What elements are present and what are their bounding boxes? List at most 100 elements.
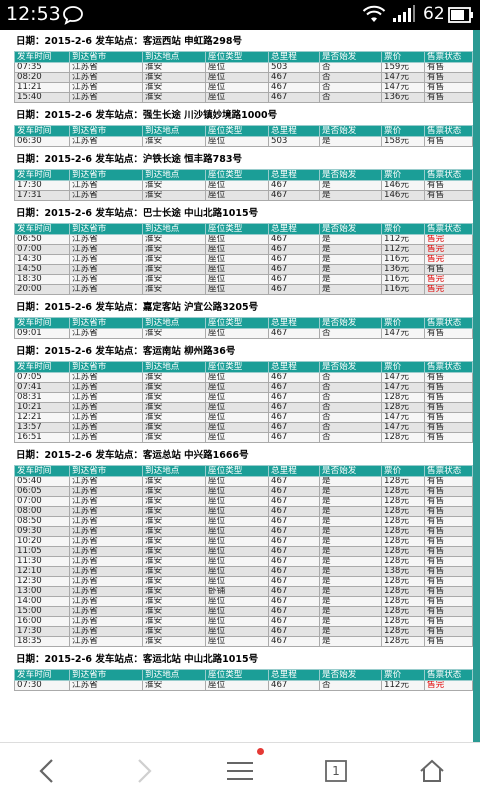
table-row[interactable]: 08:00 江苏省 淮安 座位 467 是 128元 有售	[14, 506, 473, 517]
table-row[interactable]: 06:50 江苏省 淮安 座位 467 是 112元 售完	[14, 234, 473, 245]
table-cell: 淮安	[142, 92, 206, 103]
table-cell: 江苏省	[69, 328, 143, 339]
home-button[interactable]	[412, 751, 452, 791]
table-cell: 江苏省	[69, 566, 143, 577]
table-row[interactable]: 14:30 江苏省 淮安 座位 467 是 116元 售完	[14, 254, 473, 265]
back-button[interactable]	[27, 751, 67, 791]
table-cell: 是	[319, 190, 382, 201]
table-cell: 淮安	[142, 284, 206, 295]
table-cell: 11:30	[14, 556, 70, 567]
table-row[interactable]: 13:57 江苏省 淮安 座位 467 否 147元 有售	[14, 422, 473, 433]
table-cell: 467	[268, 496, 320, 507]
table-row[interactable]: 17:30 江苏省 淮安 座位 467 是 128元 有售	[14, 626, 473, 637]
table-row[interactable]: 07:00 江苏省 淮安 座位 467 是 112元 售完	[14, 244, 473, 255]
table-cell: 座位	[205, 62, 269, 73]
table-row[interactable]: 11:30 江苏省 淮安 座位 467 是 128元 有售	[14, 556, 473, 567]
table-row[interactable]: 07:35 江苏省 淮安 座位 503 否 159元 有售	[14, 62, 473, 73]
table-cell: 江苏省	[69, 680, 143, 691]
table-cell: 售完	[424, 254, 473, 265]
table-row[interactable]: 08:50 江苏省 淮安 座位 467 是 128元 有售	[14, 516, 473, 527]
table-cell: 淮安	[142, 432, 206, 443]
table-row[interactable]: 15:00 江苏省 淮安 座位 467 是 128元 有售	[14, 606, 473, 617]
table-cell: 07:41	[14, 382, 70, 393]
table-cell: 128元	[381, 626, 425, 637]
table-row[interactable]: 11:05 江苏省 淮安 座位 467 是 128元 有售	[14, 546, 473, 557]
table-row[interactable]: 09:30 江苏省 淮安 座位 467 是 128元 有售	[14, 526, 473, 537]
column-header: 到达省市	[69, 223, 143, 235]
table-cell: 座位	[205, 402, 269, 413]
status-time: 12:53	[6, 3, 61, 25]
station-block: 日期：2015-2-6 发车站点：嘉定客站 沪宜公路3205号 发车时间 到达省市到…	[14, 299, 473, 339]
table-cell: 淮安	[142, 254, 206, 265]
table-cell: 座位	[205, 486, 269, 497]
column-header: 是否始发	[319, 361, 382, 373]
table-cell: 江苏省	[69, 372, 143, 383]
table-row[interactable]: 10:20 江苏省 淮安 座位 467 是 128元 有售	[14, 536, 473, 547]
table-cell: 20:00	[14, 284, 70, 295]
table-row[interactable]: 07:00 江苏省 淮安 座位 467 是 128元 有售	[14, 496, 473, 507]
table-cell: 467	[268, 72, 320, 83]
table-row[interactable]: 17:30 江苏省 淮安 座位 467 是 146元 有售	[14, 180, 473, 191]
table-row[interactable]: 14:50 江苏省 淮安 座位 467 是 136元 有售	[14, 264, 473, 275]
table-cell: 座位	[205, 680, 269, 691]
table-row[interactable]: 16:51 江苏省 淮安 座位 467 否 128元 有售	[14, 432, 473, 443]
table-cell: 是	[319, 486, 382, 497]
table-row[interactable]: 07:05 江苏省 淮安 座位 467 否 147元 有售	[14, 372, 473, 383]
station-title: 日期：2015-2-6 发车站点：巴士长途 中山北路1015号	[16, 208, 259, 219]
column-header: 座位类型	[205, 317, 269, 329]
table-row[interactable]: 14:00 江苏省 淮安 座位 467 是 128元 有售	[14, 596, 473, 607]
table-row[interactable]: 07:30 江苏省 淮安 座位 467 否 112元 售完	[14, 680, 473, 691]
table-cell: 否	[319, 62, 382, 73]
table-cell: 147元	[381, 382, 425, 393]
table-row[interactable]: 12:10 江苏省 淮安 座位 467 是 138元 有售	[14, 566, 473, 577]
table-cell: 售完	[424, 274, 473, 285]
table-cell: 否	[319, 402, 382, 413]
column-header: 是否始发	[319, 51, 382, 63]
station-title: 日期：2015-2-6 发车站点：客运北站 中山北路1015号	[16, 654, 259, 665]
table-cell: 467	[268, 284, 320, 295]
table-cell: 147元	[381, 422, 425, 433]
table-cell: 座位	[205, 506, 269, 517]
table-row[interactable]: 07:41 江苏省 淮安 座位 467 否 147元 有售	[14, 382, 473, 393]
table-row[interactable]: 08:20 江苏省 淮安 座位 467 否 147元 有售	[14, 72, 473, 83]
table-row[interactable]: 18:30 江苏省 淮安 座位 467 是 116元 售完	[14, 274, 473, 285]
table-row[interactable]: 06:05 江苏省 淮安 座位 467 是 128元 有售	[14, 486, 473, 497]
table-row[interactable]: 15:40 江苏省 淮安 座位 467 否 136元 有售	[14, 92, 473, 103]
table-row[interactable]: 06:30 江苏省 淮安 座位 503 是 158元 有售	[14, 136, 473, 147]
table-cell: 江苏省	[69, 626, 143, 637]
menu-icon	[227, 762, 253, 780]
table-cell: 467	[268, 392, 320, 403]
table-cell: 江苏省	[69, 586, 143, 597]
menu-button[interactable]	[220, 751, 260, 791]
table-cell: 有售	[424, 190, 473, 201]
signal-icon	[392, 5, 416, 27]
table-cell: 有售	[424, 432, 473, 443]
table-row[interactable]: 08:31 江苏省 淮安 座位 467 否 128元 有售	[14, 392, 473, 403]
table-cell: 12:21	[14, 412, 70, 423]
table-cell: 467	[268, 432, 320, 443]
table-cell: 是	[319, 284, 382, 295]
table-cell: 05:40	[14, 476, 70, 487]
table-row[interactable]: 11:21 江苏省 淮安 座位 467 否 147元 有售	[14, 82, 473, 93]
tabs-button[interactable]: 1	[316, 751, 356, 791]
table-cell: 467	[268, 382, 320, 393]
forward-button[interactable]	[124, 751, 164, 791]
column-header: 是否始发	[319, 465, 382, 477]
table-cell: 有售	[424, 566, 473, 577]
column-header: 售票状态	[424, 51, 473, 63]
table-row[interactable]: 05:40 江苏省 淮安 座位 467 是 128元 有售	[14, 476, 473, 487]
table-row[interactable]: 18:35 江苏省 淮安 座位 467 是 128元 有售	[14, 636, 473, 647]
table-row[interactable]: 16:00 江苏省 淮安 座位 467 是 128元 有售	[14, 616, 473, 627]
schedule-page[interactable]: 日期：2015-2-6 发车站点：客运西站 申虹路298号 发车时间 到达省市 到达地…	[0, 30, 480, 742]
table-row[interactable]: 17:31 江苏省 淮安 座位 467 是 146元 有售	[14, 190, 473, 201]
table-row[interactable]: 10:21 江苏省 淮安 座位 467 否 128元 有售	[14, 402, 473, 413]
table-row[interactable]: 12:21 江苏省 淮安 座位 467 否 147元 有售	[14, 412, 473, 423]
column-header: 发车时间	[14, 169, 70, 181]
table-row[interactable]: 12:30 江苏省 淮安 座位 467 是 128元 有售	[14, 576, 473, 587]
table-row[interactable]: 20:00 江苏省 淮安 座位 467 是 116元 售完	[14, 284, 473, 295]
table-row[interactable]: 09:01 江苏省 淮安 座位 467 否 147元 有售	[14, 328, 473, 339]
column-header: 发车时间	[14, 125, 70, 137]
table-row[interactable]: 13:00 江苏省 淮安 卧铺 467 是 128元 有售	[14, 586, 473, 597]
table-cell: 15:40	[14, 92, 70, 103]
table-cell: 售完	[424, 284, 473, 295]
